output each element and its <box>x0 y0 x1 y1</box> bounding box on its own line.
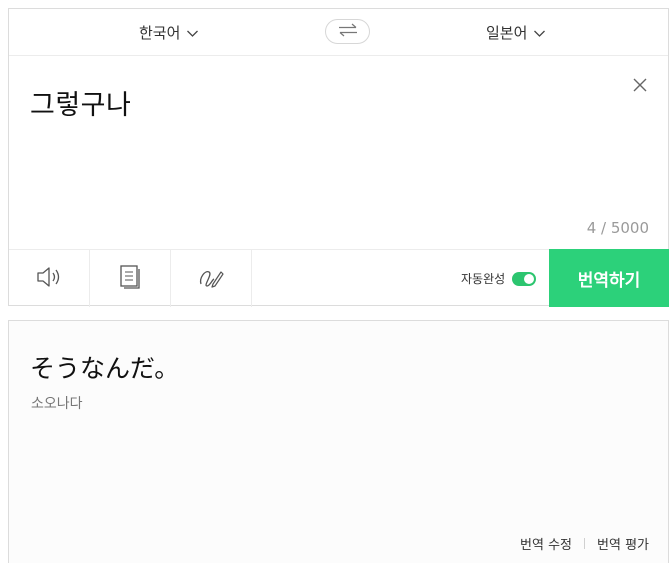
chevron-down-icon <box>533 26 546 39</box>
divider <box>584 538 586 549</box>
clear-text-button[interactable] <box>630 75 650 95</box>
source-language-label: 한국어 <box>139 24 181 42</box>
source-language-select[interactable]: 한국어 <box>139 9 199 56</box>
output-actions: 번역 수정 번역 평가 <box>520 534 649 553</box>
copy-icon <box>118 264 142 294</box>
autocomplete-setting: 자동완성 <box>461 250 537 307</box>
character-counter: 4 / 5000 <box>586 219 649 237</box>
edit-translation-link[interactable]: 번역 수정 <box>520 534 572 553</box>
source-toolbar: 자동완성 번역하기 <box>9 249 669 307</box>
pronunciation-text: 소오나다 <box>31 396 83 412</box>
rate-translation-link[interactable]: 번역 평가 <box>597 534 649 553</box>
close-icon <box>630 78 650 99</box>
handwriting-icon <box>197 264 225 294</box>
autocomplete-label: 자동완성 <box>461 272 506 286</box>
autocomplete-toggle[interactable] <box>512 271 537 286</box>
toggle-knob <box>524 273 535 284</box>
source-panel: 한국어 일본어 그렇구나 4 / 5000 자동완성 번역하기 <box>8 8 669 307</box>
translated-text: そうなんだ。 <box>30 354 180 383</box>
copy-button[interactable] <box>90 250 171 307</box>
target-language-label: 일본어 <box>486 24 528 42</box>
handwriting-button[interactable] <box>171 250 252 307</box>
chevron-down-icon <box>186 26 199 39</box>
swap-icon <box>337 22 359 41</box>
swap-languages-button[interactable] <box>325 19 370 44</box>
source-text-input[interactable]: 그렇구나 <box>30 83 131 122</box>
output-panel: そうなんだ。 소오나다 번역 수정 번역 평가 <box>8 320 669 563</box>
speaker-icon <box>35 265 63 293</box>
target-language-select[interactable]: 일본어 <box>486 9 546 56</box>
language-bar: 한국어 일본어 <box>9 9 668 56</box>
listen-button[interactable] <box>9 250 90 307</box>
translate-button[interactable]: 번역하기 <box>549 249 669 307</box>
